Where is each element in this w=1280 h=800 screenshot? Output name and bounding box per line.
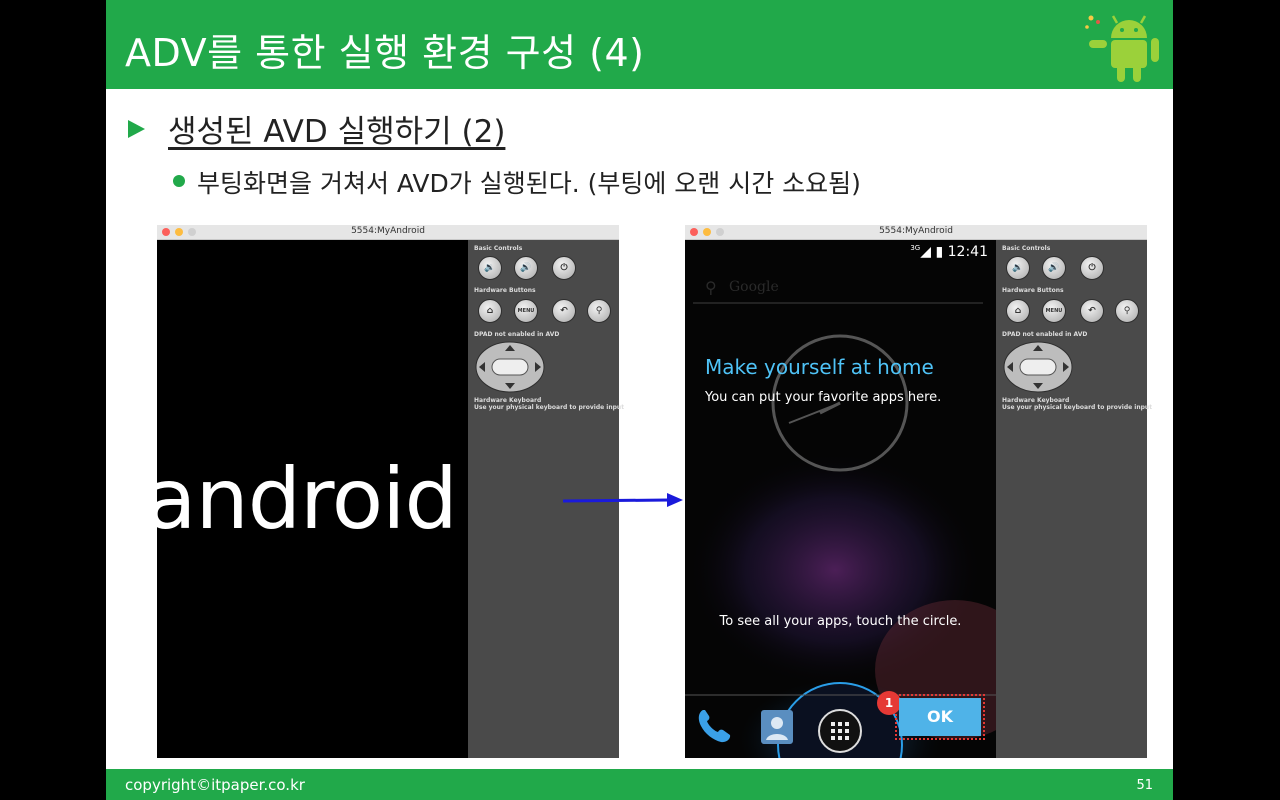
home-wallpaper <box>685 240 996 758</box>
slide-title: ADV를 통한 실행 환경 구성 (4) <box>125 31 645 75</box>
status-bar: 3G◢ ▮ 12:41 <box>910 244 988 260</box>
volume-down-button[interactable]: 🔉 <box>1006 256 1030 280</box>
footer-copyright: copyright©itpaper.co.kr <box>125 776 305 794</box>
basic-controls-label: Basic Controls <box>474 245 523 252</box>
hardware-keyboard-hint: Use your physical keyboard to provide in… <box>474 404 625 411</box>
window-title: 5554:MyAndroid <box>879 226 953 236</box>
emulator-screen[interactable]: 3G◢ ▮ 12:41 ⚲ Google Make yourself at ho… <box>685 240 996 758</box>
welcome-subtitle: You can put your favorite apps here. <box>705 390 942 405</box>
search-button[interactable]: ⚲ <box>587 299 611 323</box>
hardware-buttons-label: Hardware Buttons <box>474 287 536 294</box>
phone-app-icon[interactable] <box>693 704 735 746</box>
power-button[interactable]: ⏻ <box>552 256 576 280</box>
window-titlebar: 5554:MyAndroid <box>157 225 619 240</box>
back-button[interactable]: ↶ <box>552 299 576 323</box>
menu-button[interactable]: MENU <box>514 299 538 323</box>
emulator-window-boot: 5554:MyAndroid android Basic Controls 🔉 … <box>157 225 624 758</box>
volume-up-button[interactable]: 🔊 <box>1042 256 1066 280</box>
welcome-title: Make yourself at home <box>705 355 934 379</box>
all-apps-hint: To see all your apps, touch the circle. <box>719 614 962 629</box>
contacts-app-icon[interactable] <box>759 708 795 746</box>
notification-badge: 1 <box>877 691 901 715</box>
ok-button[interactable]: OK <box>895 694 985 740</box>
back-button[interactable]: ↶ <box>1080 299 1104 323</box>
all-apps-button[interactable] <box>817 708 863 754</box>
network-type: 3G <box>910 244 921 252</box>
search-icon: ⚲ <box>705 278 717 297</box>
triangle-bullet-icon <box>128 120 145 138</box>
hardware-keyboard-label: Hardware Keyboard <box>1002 397 1070 404</box>
title-bar: ADV를 통한 실행 환경 구성 (4) <box>106 0 1173 89</box>
hardware-keyboard-hint: Use your physical keyboard to provide in… <box>1002 404 1153 411</box>
search-button[interactable]: ⚲ <box>1115 299 1139 323</box>
dpad-control[interactable] <box>1003 341 1073 393</box>
menu-button[interactable]: MENU <box>1042 299 1066 323</box>
dpad-control[interactable] <box>475 341 545 393</box>
google-search-label: Google <box>729 279 779 295</box>
hardware-buttons-label: Hardware Buttons <box>1002 287 1064 294</box>
slide: ADV를 통한 실행 환경 구성 (4) 생성된 AVD 실행하기 (2) 부팅… <box>106 0 1173 800</box>
clock: 12:41 <box>947 244 988 260</box>
section-heading-text: 생성된 AVD 실행하기 (2) <box>168 114 506 150</box>
transition-arrow-icon <box>562 493 683 507</box>
page-number: 51 <box>1136 778 1153 793</box>
android-boot-logo: android <box>157 450 458 548</box>
signal-icon: ◢ <box>920 244 932 260</box>
emulator-control-panel: Basic Controls 🔉 🔊 ⏻ Hardware Buttons ⌂ … <box>996 240 1152 758</box>
window-titlebar: 5554:MyAndroid <box>685 225 1147 240</box>
basic-controls-label: Basic Controls <box>1002 245 1051 252</box>
volume-up-button[interactable]: 🔊 <box>514 256 538 280</box>
hardware-keyboard-label: Hardware Keyboard <box>474 397 542 404</box>
window-title: 5554:MyAndroid <box>351 226 425 236</box>
power-button[interactable]: ⏻ <box>1080 256 1104 280</box>
emulator-screen[interactable]: android <box>157 240 468 758</box>
android-robot-logo <box>1085 15 1159 82</box>
bullet-text: 부팅화면을 거쳐서 AVD가 실행된다. (부팅에 오랜 시간 소요됨) <box>197 169 861 198</box>
bullet-dot-icon <box>173 175 185 187</box>
home-button[interactable]: ⌂ <box>1006 299 1030 323</box>
battery-icon: ▮ <box>935 244 944 260</box>
emulator-window-home: 5554:MyAndroid 3G◢ ▮ 12:41 ⚲ Google Make… <box>685 225 1152 758</box>
dpad-label: DPAD not enabled in AVD <box>474 331 560 338</box>
footer-bar: copyright©itpaper.co.kr 51 <box>106 769 1173 800</box>
google-search-bar[interactable]: ⚲ Google <box>693 276 983 304</box>
dpad-label: DPAD not enabled in AVD <box>1002 331 1088 338</box>
volume-down-button[interactable]: 🔉 <box>478 256 502 280</box>
home-button[interactable]: ⌂ <box>478 299 502 323</box>
